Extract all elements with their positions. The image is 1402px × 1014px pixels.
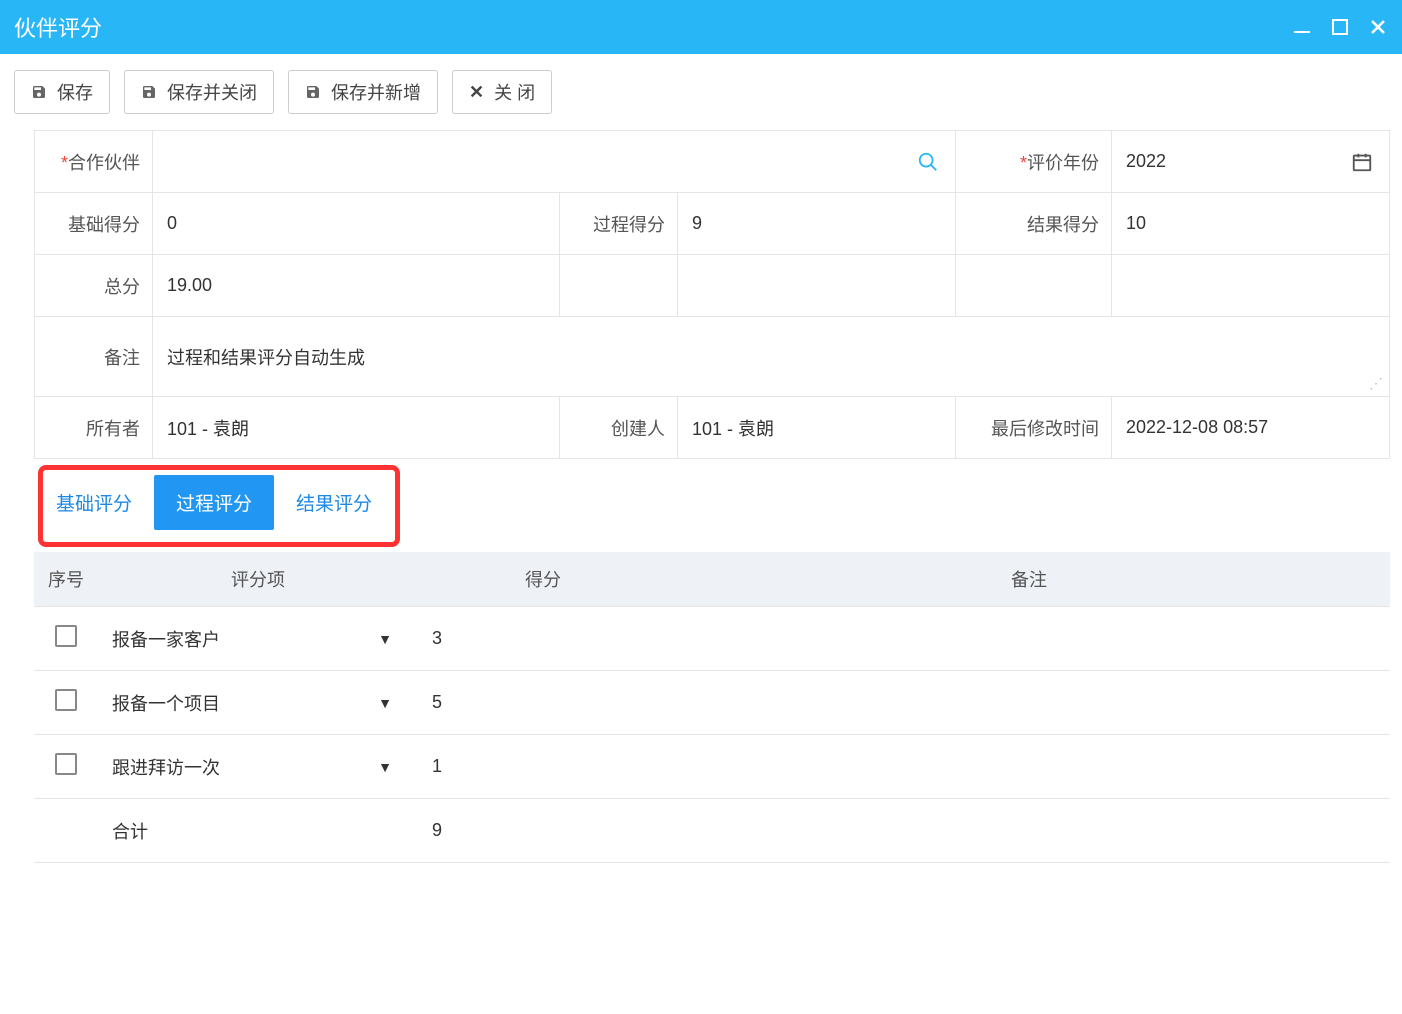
remark-field[interactable]: 过程和结果评分自动生成 ⋰ <box>153 317 1390 397</box>
save-new-button[interactable]: 保存并新增 <box>288 70 438 114</box>
save-new-label: 保存并新增 <box>331 79 421 105</box>
owner-value: 101 - 袁朗 <box>153 397 560 459</box>
toolbar: 保存 保存并关闭 保存并新增 ✕ 关 闭 <box>0 54 1402 130</box>
creator-value: 101 - 袁朗 <box>677 397 955 459</box>
chevron-down-icon: ▼ <box>378 695 392 711</box>
remark-cell[interactable] <box>668 607 1390 671</box>
search-icon[interactable] <box>917 151 939 173</box>
titlebar: 伙伴评分 <box>0 0 1402 54</box>
tab-base[interactable]: 基础评分 <box>34 475 154 530</box>
maximize-icon[interactable] <box>1330 17 1350 37</box>
row-checkbox[interactable] <box>55 625 77 647</box>
chevron-down-icon: ▼ <box>378 631 392 647</box>
save-close-label: 保存并关闭 <box>167 79 257 105</box>
table-row: 报备一家客户▼ 3 <box>34 607 1390 671</box>
window-buttons <box>1292 17 1388 37</box>
chevron-down-icon: ▼ <box>378 759 392 775</box>
score-cell[interactable]: 1 <box>418 735 668 799</box>
partner-label: *合作伙伴 <box>35 131 153 193</box>
base-score-label: 基础得分 <box>35 193 153 255</box>
save-icon <box>305 84 321 100</box>
form-table: *合作伙伴 *评价年份 2022 基础得分 0 过程得分 9 结果得分 10 总… <box>34 130 1390 459</box>
col-remark: 备注 <box>668 552 1390 607</box>
remark-cell[interactable] <box>668 671 1390 735</box>
footer-total: 9 <box>418 799 668 863</box>
footer-label: 合计 <box>98 799 418 863</box>
result-score-value: 10 <box>1112 193 1390 255</box>
score-grid: 序号 评分项 得分 备注 报备一家客户▼ 3 报备一个项目▼ 5 跟进拜访一次▼… <box>34 552 1390 863</box>
process-score-label: 过程得分 <box>559 193 677 255</box>
process-score-value: 9 <box>677 193 955 255</box>
partner-field[interactable] <box>153 131 956 193</box>
close-icon[interactable] <box>1368 17 1388 37</box>
close-button[interactable]: ✕ 关 闭 <box>452 70 552 114</box>
modified-value: 2022-12-08 08:57 <box>1112 397 1390 459</box>
calendar-icon[interactable] <box>1351 151 1373 173</box>
row-checkbox[interactable] <box>55 689 77 711</box>
score-cell[interactable]: 3 <box>418 607 668 671</box>
item-combo[interactable]: 报备一家客户▼ <box>112 626 404 652</box>
col-score: 得分 <box>418 552 668 607</box>
save-icon <box>141 84 157 100</box>
item-combo[interactable]: 报备一个项目▼ <box>112 690 404 716</box>
window-title: 伙伴评分 <box>14 11 102 43</box>
col-item: 评分项 <box>98 552 418 607</box>
total-label: 总分 <box>35 255 153 317</box>
resize-grip-icon[interactable]: ⋰ <box>1369 375 1383 392</box>
table-row: 跟进拜访一次▼ 1 <box>34 735 1390 799</box>
year-label: *评价年份 <box>956 131 1112 193</box>
remark-label: 备注 <box>35 317 153 397</box>
tab-result[interactable]: 结果评分 <box>274 475 394 530</box>
tabs-container: 基础评分 过程评分 结果评分 <box>34 465 1390 542</box>
table-row: 报备一个项目▼ 5 <box>34 671 1390 735</box>
save-close-button[interactable]: 保存并关闭 <box>124 70 274 114</box>
tab-process[interactable]: 过程评分 <box>154 475 274 530</box>
save-label: 保存 <box>57 79 93 105</box>
close-label: 关 闭 <box>494 79 535 105</box>
owner-label: 所有者 <box>35 397 153 459</box>
save-icon <box>31 84 47 100</box>
year-field[interactable]: 2022 <box>1112 131 1390 193</box>
modified-label: 最后修改时间 <box>956 397 1112 459</box>
total-value: 19.00 <box>153 255 560 317</box>
base-score-value: 0 <box>153 193 560 255</box>
result-score-label: 结果得分 <box>956 193 1112 255</box>
save-button[interactable]: 保存 <box>14 70 110 114</box>
table-footer-row: 合计 9 <box>34 799 1390 863</box>
minimize-icon[interactable] <box>1292 17 1312 37</box>
score-cell[interactable]: 5 <box>418 671 668 735</box>
creator-label: 创建人 <box>559 397 677 459</box>
remark-cell[interactable] <box>668 735 1390 799</box>
item-combo[interactable]: 跟进拜访一次▼ <box>112 754 404 780</box>
close-icon: ✕ <box>469 82 484 103</box>
col-seq: 序号 <box>34 552 98 607</box>
row-checkbox[interactable] <box>55 753 77 775</box>
